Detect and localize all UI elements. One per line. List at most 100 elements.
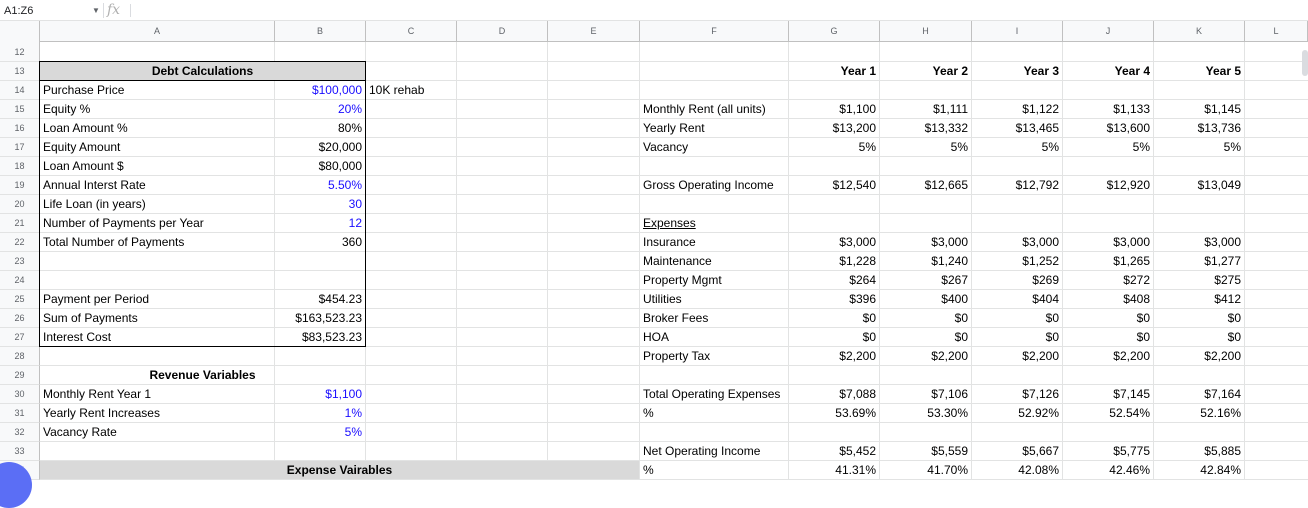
debt-label: Number of Payments per Year (43, 216, 204, 230)
formula-input[interactable] (136, 3, 1296, 19)
sheet-grid[interactable]: Debt Calculations Purchase Price $100,000 E… (39, 42, 1308, 480)
revenue-label: Monthly Rent Year 1 (43, 387, 152, 401)
column-header-e[interactable]: E (548, 21, 640, 42)
payment-value: $83,523.23 (301, 330, 362, 344)
row-header-27[interactable]: 27 (0, 328, 40, 347)
row-header-32[interactable]: 32 (0, 423, 40, 442)
row-header-19[interactable]: 19 (0, 176, 40, 195)
row-header-31[interactable]: 31 (0, 404, 40, 423)
debt-label: Total Number of Payments (43, 235, 185, 249)
expense-value: $408 (1123, 292, 1150, 306)
proforma-value: 53.69% (835, 406, 876, 420)
row-header-20[interactable]: 20 (0, 195, 40, 214)
expense-value: $0 (954, 311, 968, 325)
debt-label: Purchase Price (43, 83, 125, 97)
proforma-value: $1,100 (839, 102, 876, 116)
row-header-12[interactable]: 12 (0, 42, 40, 62)
proforma-value: $12,792 (1015, 178, 1059, 192)
payment-label: Sum of Payments (43, 311, 138, 325)
gridline (547, 42, 548, 480)
debt-label: Loan Amount $ (43, 159, 124, 173)
expense-value: $2,200 (1113, 349, 1150, 363)
section-title-debt: Debt Calculations (151, 64, 254, 78)
column-header-bar: ABCDEFGHIJKL (0, 21, 1308, 42)
proforma-value: $1,111 (933, 102, 968, 116)
proforma-value: $13,600 (1106, 121, 1150, 135)
divider (103, 3, 104, 18)
expense-label: Utilities (643, 292, 682, 306)
expense-value: $0 (1045, 311, 1059, 325)
proforma-value: $7,126 (1022, 387, 1059, 401)
proforma-value: $1,122 (1022, 102, 1059, 116)
proforma-value: $5,559 (931, 444, 968, 458)
gridline (456, 42, 457, 480)
function-icon: fx (107, 2, 121, 18)
name-box[interactable]: A1:Z6 (4, 3, 84, 19)
column-header-k[interactable]: K (1154, 21, 1245, 42)
column-header-a[interactable]: A (40, 21, 275, 42)
row-header-33[interactable]: 33 (0, 442, 40, 461)
expense-value: $269 (1032, 273, 1059, 287)
row-header-17[interactable]: 17 (0, 138, 40, 157)
proforma-value: 52.92% (1018, 406, 1059, 420)
expense-value: $1,228 (839, 254, 876, 268)
row-header-14[interactable]: 14 (0, 81, 40, 100)
name-box-dropdown-icon[interactable]: ▼ (92, 4, 100, 18)
row-header-16[interactable]: 16 (0, 119, 40, 138)
expense-value: $2,200 (931, 349, 968, 363)
column-header-d[interactable]: D (457, 21, 548, 42)
expense-value: $412 (1214, 292, 1241, 306)
row-header-26[interactable]: 26 (0, 309, 40, 328)
column-header-b[interactable]: B (275, 21, 366, 42)
row-header-29[interactable]: 29 (0, 366, 40, 385)
debt-value: 20% (337, 102, 362, 116)
expense-value: $0 (1136, 330, 1150, 344)
proforma-value: 5% (1223, 140, 1241, 154)
column-header-h[interactable]: H (880, 21, 972, 42)
debt-value: 80% (337, 121, 362, 135)
revenue-label: Yearly Rent Increases (43, 406, 160, 420)
row-header-24[interactable]: 24 (0, 271, 40, 290)
row-header-15[interactable]: 15 (0, 100, 40, 119)
expense-value: $275 (1214, 273, 1241, 287)
column-header-g[interactable]: G (789, 21, 880, 42)
expense-value: $3,000 (1022, 235, 1059, 249)
proforma-value: $7,088 (839, 387, 876, 401)
expense-label: Insurance (643, 235, 696, 249)
row-header-28[interactable]: 28 (0, 347, 40, 366)
column-header-f[interactable]: F (640, 21, 789, 42)
row-header-22[interactable]: 22 (0, 233, 40, 252)
column-header-i[interactable]: I (972, 21, 1063, 42)
revenue-value: 1% (344, 406, 362, 420)
year-header: Year 2 (932, 64, 968, 78)
proforma-value: $5,452 (839, 444, 876, 458)
row-header-30[interactable]: 30 (0, 385, 40, 404)
proforma-value: $13,200 (832, 121, 876, 135)
expense-value: $404 (1032, 292, 1059, 306)
formula-bar: A1:Z6 ▼ fx (0, 0, 1308, 21)
proforma-value: 5% (950, 140, 968, 154)
proforma-value: 53.30% (927, 406, 968, 420)
expense-value: $0 (1045, 330, 1059, 344)
row-header-21[interactable]: 21 (0, 214, 40, 233)
row-header-18[interactable]: 18 (0, 157, 40, 176)
debt-value: $20,000 (318, 140, 362, 154)
select-all-corner[interactable] (0, 21, 40, 42)
debt-label: Equity % (43, 102, 91, 116)
proforma-value: $7,106 (931, 387, 968, 401)
row-header-13[interactable]: 13 (0, 62, 40, 81)
proforma-value: $5,885 (1204, 444, 1241, 458)
expense-value: $2,200 (1204, 349, 1241, 363)
column-header-j[interactable]: J (1063, 21, 1154, 42)
row-header-23[interactable]: 23 (0, 252, 40, 271)
row-header-25[interactable]: 25 (0, 290, 40, 309)
column-header-c[interactable]: C (366, 21, 457, 42)
proforma-value: $1,145 (1204, 102, 1241, 116)
expense-label: Property Mgmt (643, 273, 722, 287)
column-header-l[interactable]: L (1245, 21, 1308, 42)
vertical-scrollbar[interactable] (1302, 50, 1308, 76)
proforma-value: $1,133 (1113, 102, 1150, 116)
expense-value: $1,265 (1113, 254, 1150, 268)
expense-value: $2,200 (839, 349, 876, 363)
debt-label: Loan Amount % (43, 121, 128, 135)
